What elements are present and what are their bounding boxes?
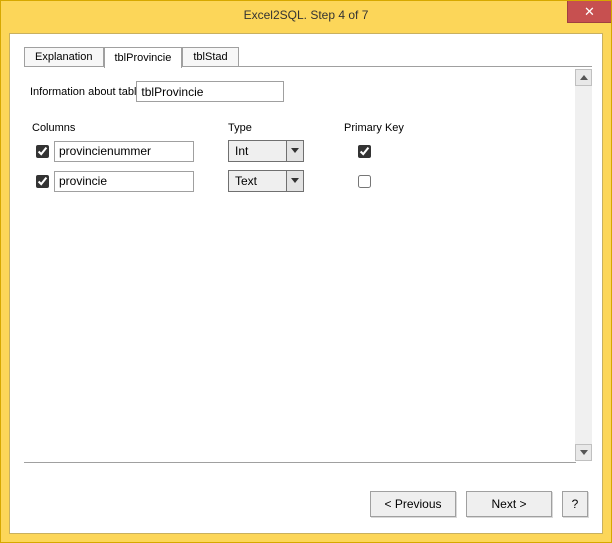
type-dropdown-value: Int <box>229 141 286 161</box>
separator <box>24 462 576 463</box>
tab-body: Information about tabl Columns Type Prim… <box>24 67 592 206</box>
tab-label: tblProvincie <box>115 52 172 64</box>
tab-tblstad[interactable]: tblStad <box>182 47 238 67</box>
close-icon: ✕ <box>584 4 595 20</box>
primary-key-checkbox[interactable] <box>358 145 371 158</box>
chevron-down-icon <box>286 141 303 161</box>
scroll-up-icon[interactable] <box>575 69 592 86</box>
type-dropdown[interactable]: Text <box>228 170 304 192</box>
column-name-input[interactable] <box>54 141 194 162</box>
column-row: Int <box>30 140 586 162</box>
titlebar: Excel2SQL. Step 4 of 7 ✕ <box>1 1 611 29</box>
header-type: Type <box>228 122 344 134</box>
table-name-label: Information about tabl <box>30 86 136 98</box>
type-dropdown-value: Text <box>229 171 286 191</box>
table-name-row: Information about tabl <box>30 81 586 102</box>
help-button[interactable]: ? <box>562 491 588 517</box>
tab-explanation[interactable]: Explanation <box>24 47 104 67</box>
tab-tblprovincie[interactable]: tblProvincie <box>104 47 183 68</box>
header-columns: Columns <box>30 122 228 134</box>
tab-label: Explanation <box>35 51 93 63</box>
wizard-footer: < Previous Next > ? <box>10 475 602 533</box>
client-area: Explanation tblProvincie tblStad Informa… <box>9 33 603 534</box>
vertical-scrollbar[interactable] <box>575 69 592 461</box>
window-title: Excel2SQL. Step 4 of 7 <box>1 8 611 22</box>
column-name-input[interactable] <box>54 171 194 192</box>
chevron-down-icon <box>286 171 303 191</box>
include-checkbox[interactable] <box>36 175 49 188</box>
table-name-input[interactable] <box>136 81 284 102</box>
column-headers: Columns Type Primary Key <box>30 122 586 134</box>
include-checkbox[interactable] <box>36 145 49 158</box>
next-button[interactable]: Next > <box>466 491 552 517</box>
content-area: Explanation tblProvincie tblStad Informa… <box>10 34 602 533</box>
tab-label: tblStad <box>193 51 227 63</box>
wizard-window: Excel2SQL. Step 4 of 7 ✕ Explanation tbl… <box>0 0 612 543</box>
column-row: Text <box>30 170 586 192</box>
tab-strip: Explanation tblProvincie tblStad <box>24 46 592 67</box>
close-button[interactable]: ✕ <box>567 1 611 23</box>
primary-key-checkbox[interactable] <box>358 175 371 188</box>
previous-button[interactable]: < Previous <box>370 491 456 517</box>
header-primary-key: Primary Key <box>344 122 444 134</box>
type-dropdown[interactable]: Int <box>228 140 304 162</box>
scroll-down-icon[interactable] <box>575 444 592 461</box>
